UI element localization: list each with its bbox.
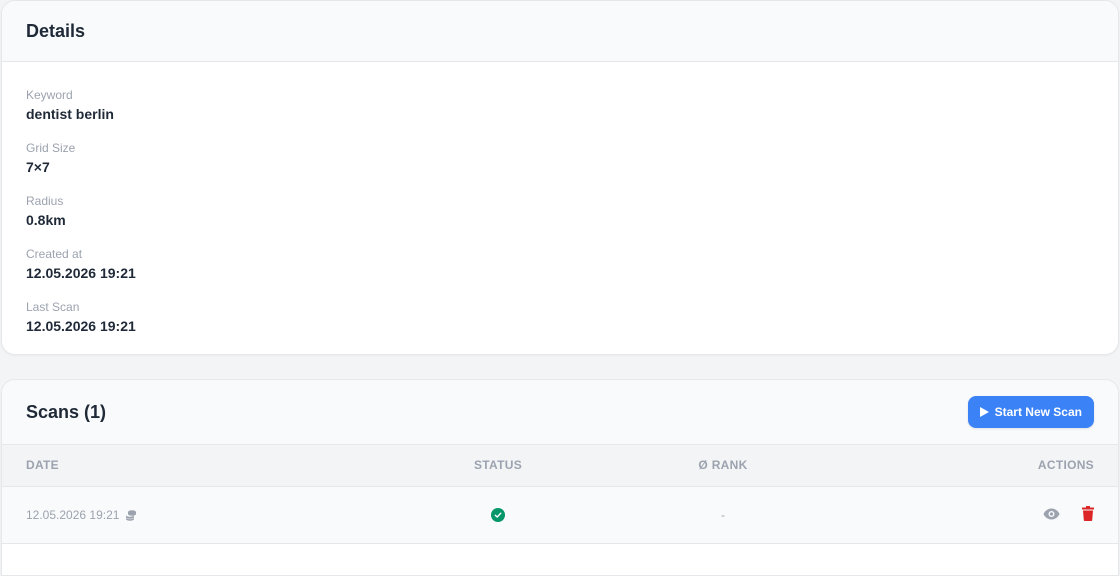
field-value: dentist berlin (26, 106, 114, 122)
scan-date-cell: 12.05.2026 19:21 (2, 486, 382, 543)
start-new-scan-button[interactable]: Start New Scan (967, 396, 1094, 428)
field-value: 12.05.2026 19:21 (26, 265, 136, 281)
coins-icon (126, 509, 137, 521)
scans-title: Scans (1) (26, 401, 107, 422)
table-header-row: DATE STATUS Ø RANK ACTIONS (2, 445, 1118, 486)
scan-actions-cell (832, 486, 1118, 543)
field-radius: Radius 0.8km (26, 194, 1094, 246)
column-header-rank[interactable]: Ø RANK (614, 445, 832, 486)
check-circle-icon (491, 507, 505, 522)
field-keyword: Keyword dentist berlin (26, 88, 1094, 140)
scan-status-cell (382, 486, 614, 543)
details-card: Details Keyword dentist berlin Grid Size… (1, 0, 1119, 355)
field-value: 7×7 (26, 159, 50, 175)
details-header: Details (2, 1, 1118, 62)
field-label: Created at (26, 247, 83, 261)
start-new-scan-label: Start New Scan (994, 405, 1082, 419)
details-body: Keyword dentist berlin Grid Size 7×7 Rad… (2, 62, 1118, 352)
field-grid-size: Grid Size 7×7 (26, 141, 1094, 193)
scans-table: DATE STATUS Ø RANK ACTIONS 12.05.2026 19… (2, 445, 1118, 544)
field-label: Grid Size (26, 141, 76, 155)
column-header-actions: ACTIONS (1037, 458, 1094, 473)
play-icon (979, 407, 989, 417)
field-value: 0.8km (26, 212, 66, 228)
field-last-scan: Last Scan 12.05.2026 19:21 (26, 300, 1094, 352)
scan-date: 12.05.2026 19:21 (26, 507, 120, 522)
scans-card: Scans (1) Start New Scan DATE STATUS Ø R… (1, 379, 1119, 576)
field-label: Last Scan (26, 300, 80, 314)
details-title: Details (26, 20, 86, 41)
scans-header: Scans (1) Start New Scan (2, 380, 1118, 445)
field-label: Keyword (26, 88, 73, 102)
eye-icon[interactable] (1043, 508, 1060, 520)
scan-rank: - (721, 507, 725, 522)
trash-icon[interactable] (1082, 506, 1094, 522)
field-created-at: Created at 12.05.2026 19:21 (26, 247, 1094, 299)
field-label: Radius (26, 194, 64, 208)
field-value: 12.05.2026 19:21 (26, 318, 136, 334)
column-header-status[interactable]: STATUS (382, 445, 614, 486)
table-row[interactable]: 12.05.2026 19:21 - (2, 486, 1118, 543)
column-header-date[interactable]: DATE (2, 445, 382, 486)
